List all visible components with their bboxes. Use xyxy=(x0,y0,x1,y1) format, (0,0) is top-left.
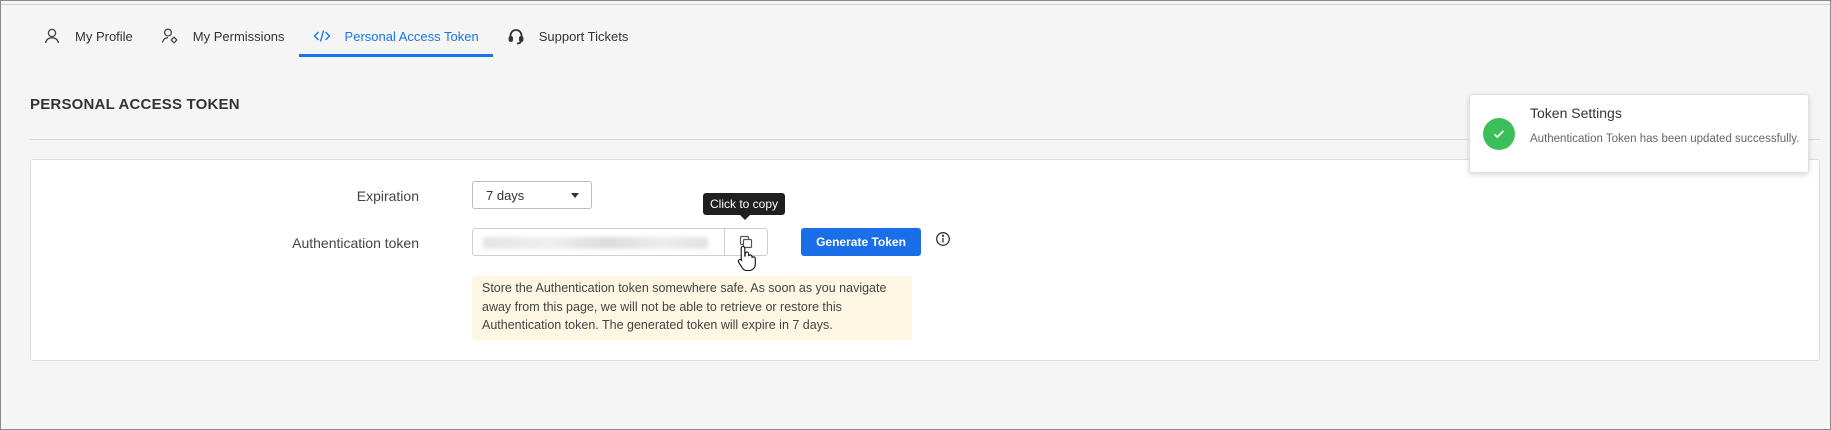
auth-token-field[interactable] xyxy=(472,228,725,256)
page-title: PERSONAL ACCESS TOKEN xyxy=(30,96,240,113)
generate-token-button[interactable]: Generate Token xyxy=(801,228,921,256)
tab-my-profile[interactable]: My Profile xyxy=(29,15,147,57)
user-gear-icon xyxy=(161,28,178,44)
tab-personal-access-token[interactable]: Personal Access Token xyxy=(298,15,493,57)
tab-support-tickets[interactable]: Support Tickets xyxy=(493,15,643,57)
copy-tooltip: Click to copy xyxy=(703,193,785,220)
top-border xyxy=(1,4,1830,5)
headset-icon xyxy=(508,29,524,45)
tab-label: My Profile xyxy=(75,28,133,44)
toast-message: Authentication Token has been updated su… xyxy=(1530,133,1800,145)
tab-label: My Permissions xyxy=(192,28,285,44)
expiration-value: 7 days xyxy=(486,187,525,203)
token-card: Expiration 7 days Authentication token C… xyxy=(30,159,1820,361)
info-icon[interactable] xyxy=(935,231,951,247)
token-notice: Store the Authentication token somewhere… xyxy=(472,276,912,340)
tab-bar: My Profile My Permissions Personal Acces… xyxy=(29,15,642,57)
auth-token-label: Authentication token xyxy=(292,235,419,251)
expiration-select[interactable]: 7 days xyxy=(472,181,592,209)
success-toast: Token Settings Authentication Token has … xyxy=(1469,94,1809,173)
tab-my-permissions[interactable]: My Permissions xyxy=(147,15,299,57)
tab-label: Support Tickets xyxy=(538,28,629,44)
caret-down-icon xyxy=(571,193,579,198)
user-icon xyxy=(44,28,60,44)
token-value-redacted xyxy=(483,237,708,249)
toast-title: Token Settings xyxy=(1530,105,1622,121)
tab-label: Personal Access Token xyxy=(344,28,479,44)
hand-cursor-icon xyxy=(737,245,756,272)
code-icon xyxy=(313,30,331,42)
expiration-label: Expiration xyxy=(356,188,419,204)
check-circle-icon xyxy=(1483,118,1515,150)
